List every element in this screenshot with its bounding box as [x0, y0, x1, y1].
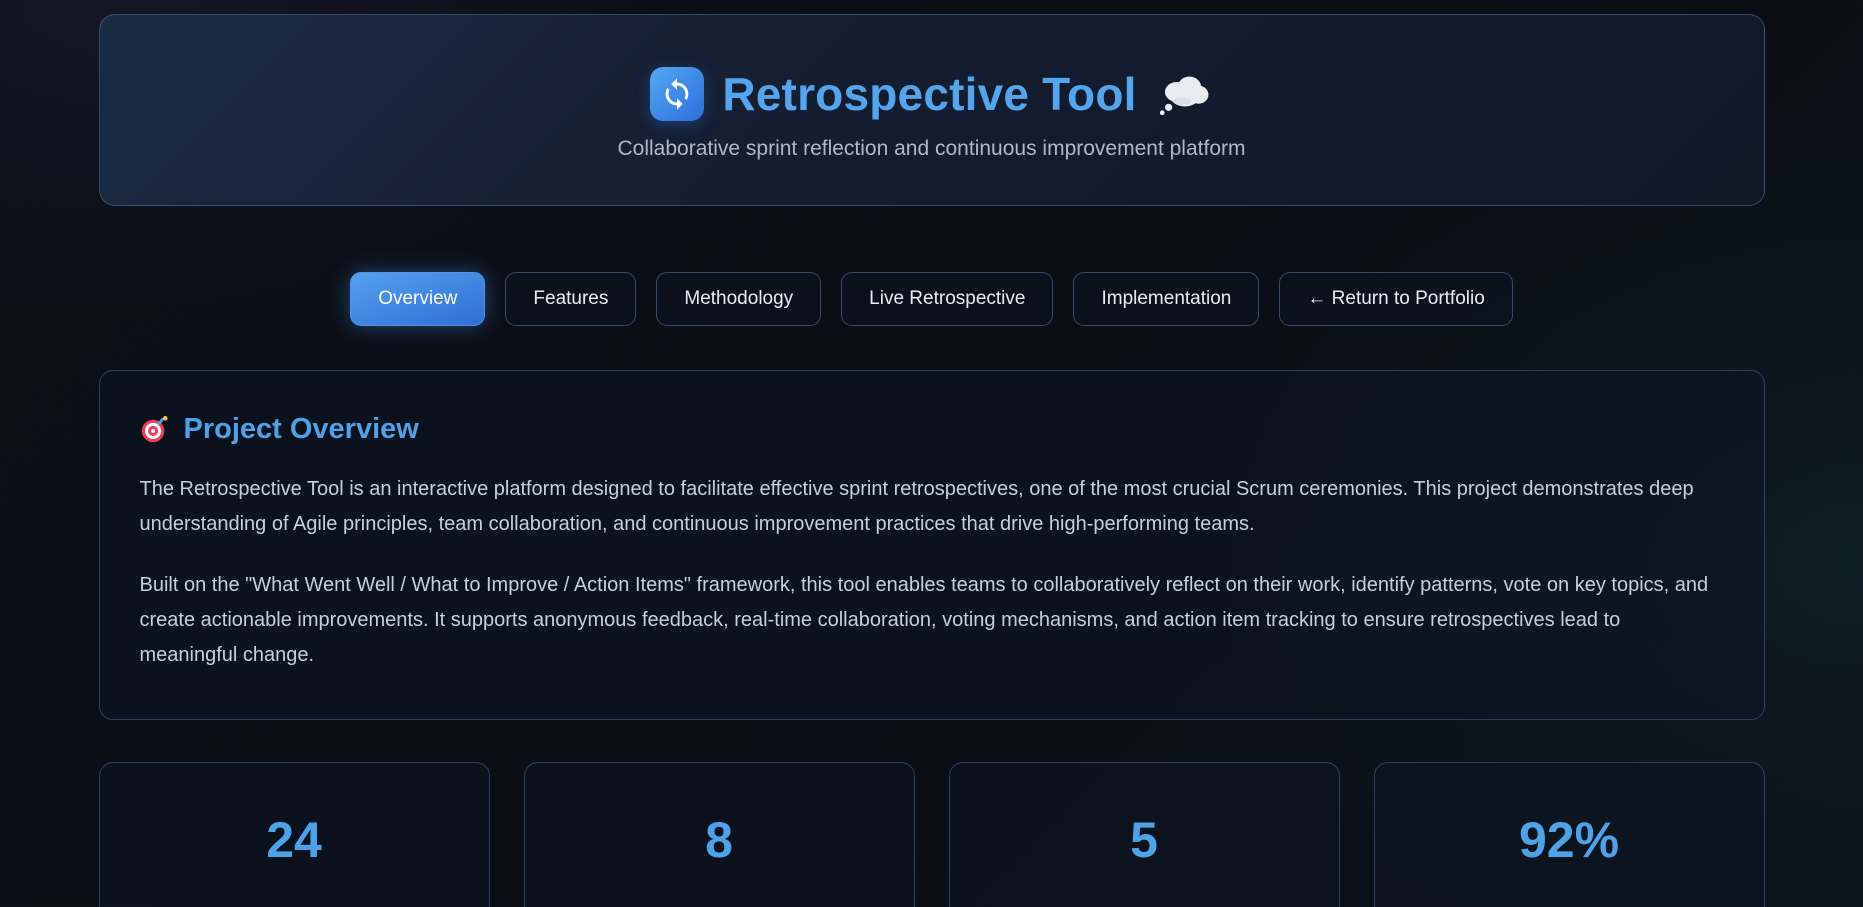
stat-card: 5 — [949, 762, 1340, 907]
tab-features[interactable]: Features — [505, 272, 636, 326]
tab-live-retrospective[interactable]: Live Retrospective — [841, 272, 1053, 326]
tab-overview[interactable]: Overview — [350, 272, 485, 326]
stat-card: 8 — [524, 762, 915, 907]
tab-implementation[interactable]: Implementation — [1073, 272, 1259, 326]
overview-paragraph-2: Built on the "What Went Well / What to I… — [140, 568, 1724, 673]
hero-card: Retrospective Tool Colla — [99, 14, 1765, 206]
project-overview-heading: Project Overview — [140, 413, 1724, 446]
sync-icon — [650, 67, 704, 121]
page-container: Retrospective Tool Colla — [99, 0, 1765, 907]
tab-bar: Overview Features Methodology Live Retro… — [99, 272, 1765, 326]
overview-paragraph-1: The Retrospective Tool is an interactive… — [140, 472, 1724, 542]
project-overview-heading-label: Project Overview — [184, 413, 419, 446]
stat-value: 5 — [950, 811, 1339, 869]
tab-methodology[interactable]: Methodology — [656, 272, 821, 326]
project-overview-card: Project Overview The Retrospective Tool … — [99, 370, 1765, 720]
stat-value: 8 — [525, 811, 914, 869]
return-to-portfolio-button[interactable]: ← Return to Portfolio — [1279, 272, 1512, 326]
target-icon — [140, 415, 170, 445]
stat-card: 24 — [99, 762, 490, 907]
page-subtitle: Collaborative sprint reflection and cont… — [140, 137, 1724, 161]
stats-row: 24 8 5 92% — [99, 762, 1765, 907]
page-title: Retrospective Tool — [722, 67, 1136, 121]
hero-title-row: Retrospective Tool — [140, 67, 1724, 121]
thought-cloud-icon — [1155, 72, 1213, 116]
stat-card: 92% — [1374, 762, 1765, 907]
stat-value: 92% — [1375, 811, 1764, 869]
stat-value: 24 — [100, 811, 489, 869]
